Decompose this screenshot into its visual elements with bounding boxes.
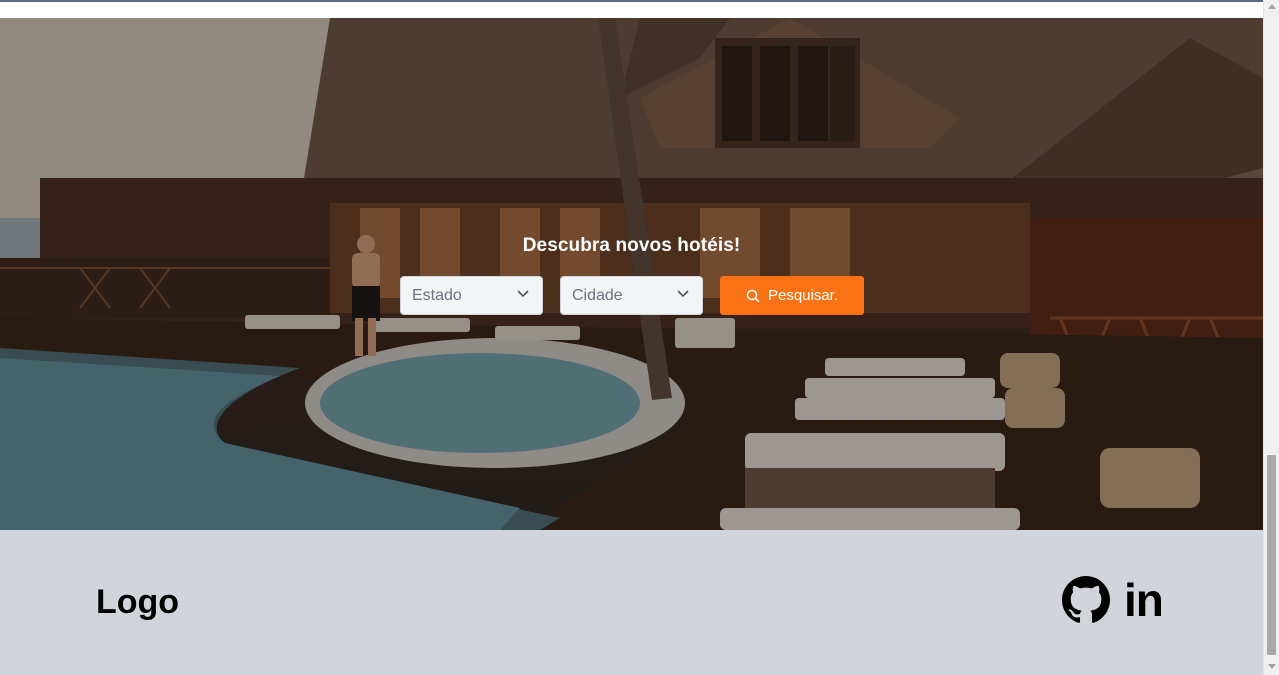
state-select[interactable]: Estado <box>400 276 543 315</box>
search-button[interactable]: Pesquisar. <box>720 276 864 315</box>
social-links: in <box>1062 576 1164 624</box>
scroll-up-arrow-icon[interactable] <box>1268 4 1276 9</box>
page-scrollbar[interactable] <box>1263 0 1279 675</box>
linkedin-icon[interactable]: in <box>1124 576 1164 624</box>
hero-title: Descubra novos hotéis! <box>522 235 741 256</box>
hero-banner: Descubra novos hotéis! Estado Cidade Pes… <box>0 18 1263 530</box>
scroll-down-arrow-icon[interactable] <box>1268 664 1276 669</box>
footer-logo[interactable]: Logo <box>96 583 179 622</box>
hero-overlay <box>0 18 1263 530</box>
city-select[interactable]: Cidade <box>560 276 703 315</box>
city-select-placeholder: Cidade <box>572 287 623 304</box>
search-button-label: Pesquisar. <box>767 287 839 304</box>
state-select-placeholder: Estado <box>412 287 462 304</box>
chevron-down-icon <box>517 290 529 298</box>
footer: Logo in <box>0 530 1263 675</box>
scroll-thumb[interactable] <box>1267 455 1276 655</box>
github-icon[interactable] <box>1062 576 1110 624</box>
top-bar <box>0 0 1263 18</box>
search-icon <box>746 289 760 303</box>
chevron-down-icon <box>677 290 689 298</box>
